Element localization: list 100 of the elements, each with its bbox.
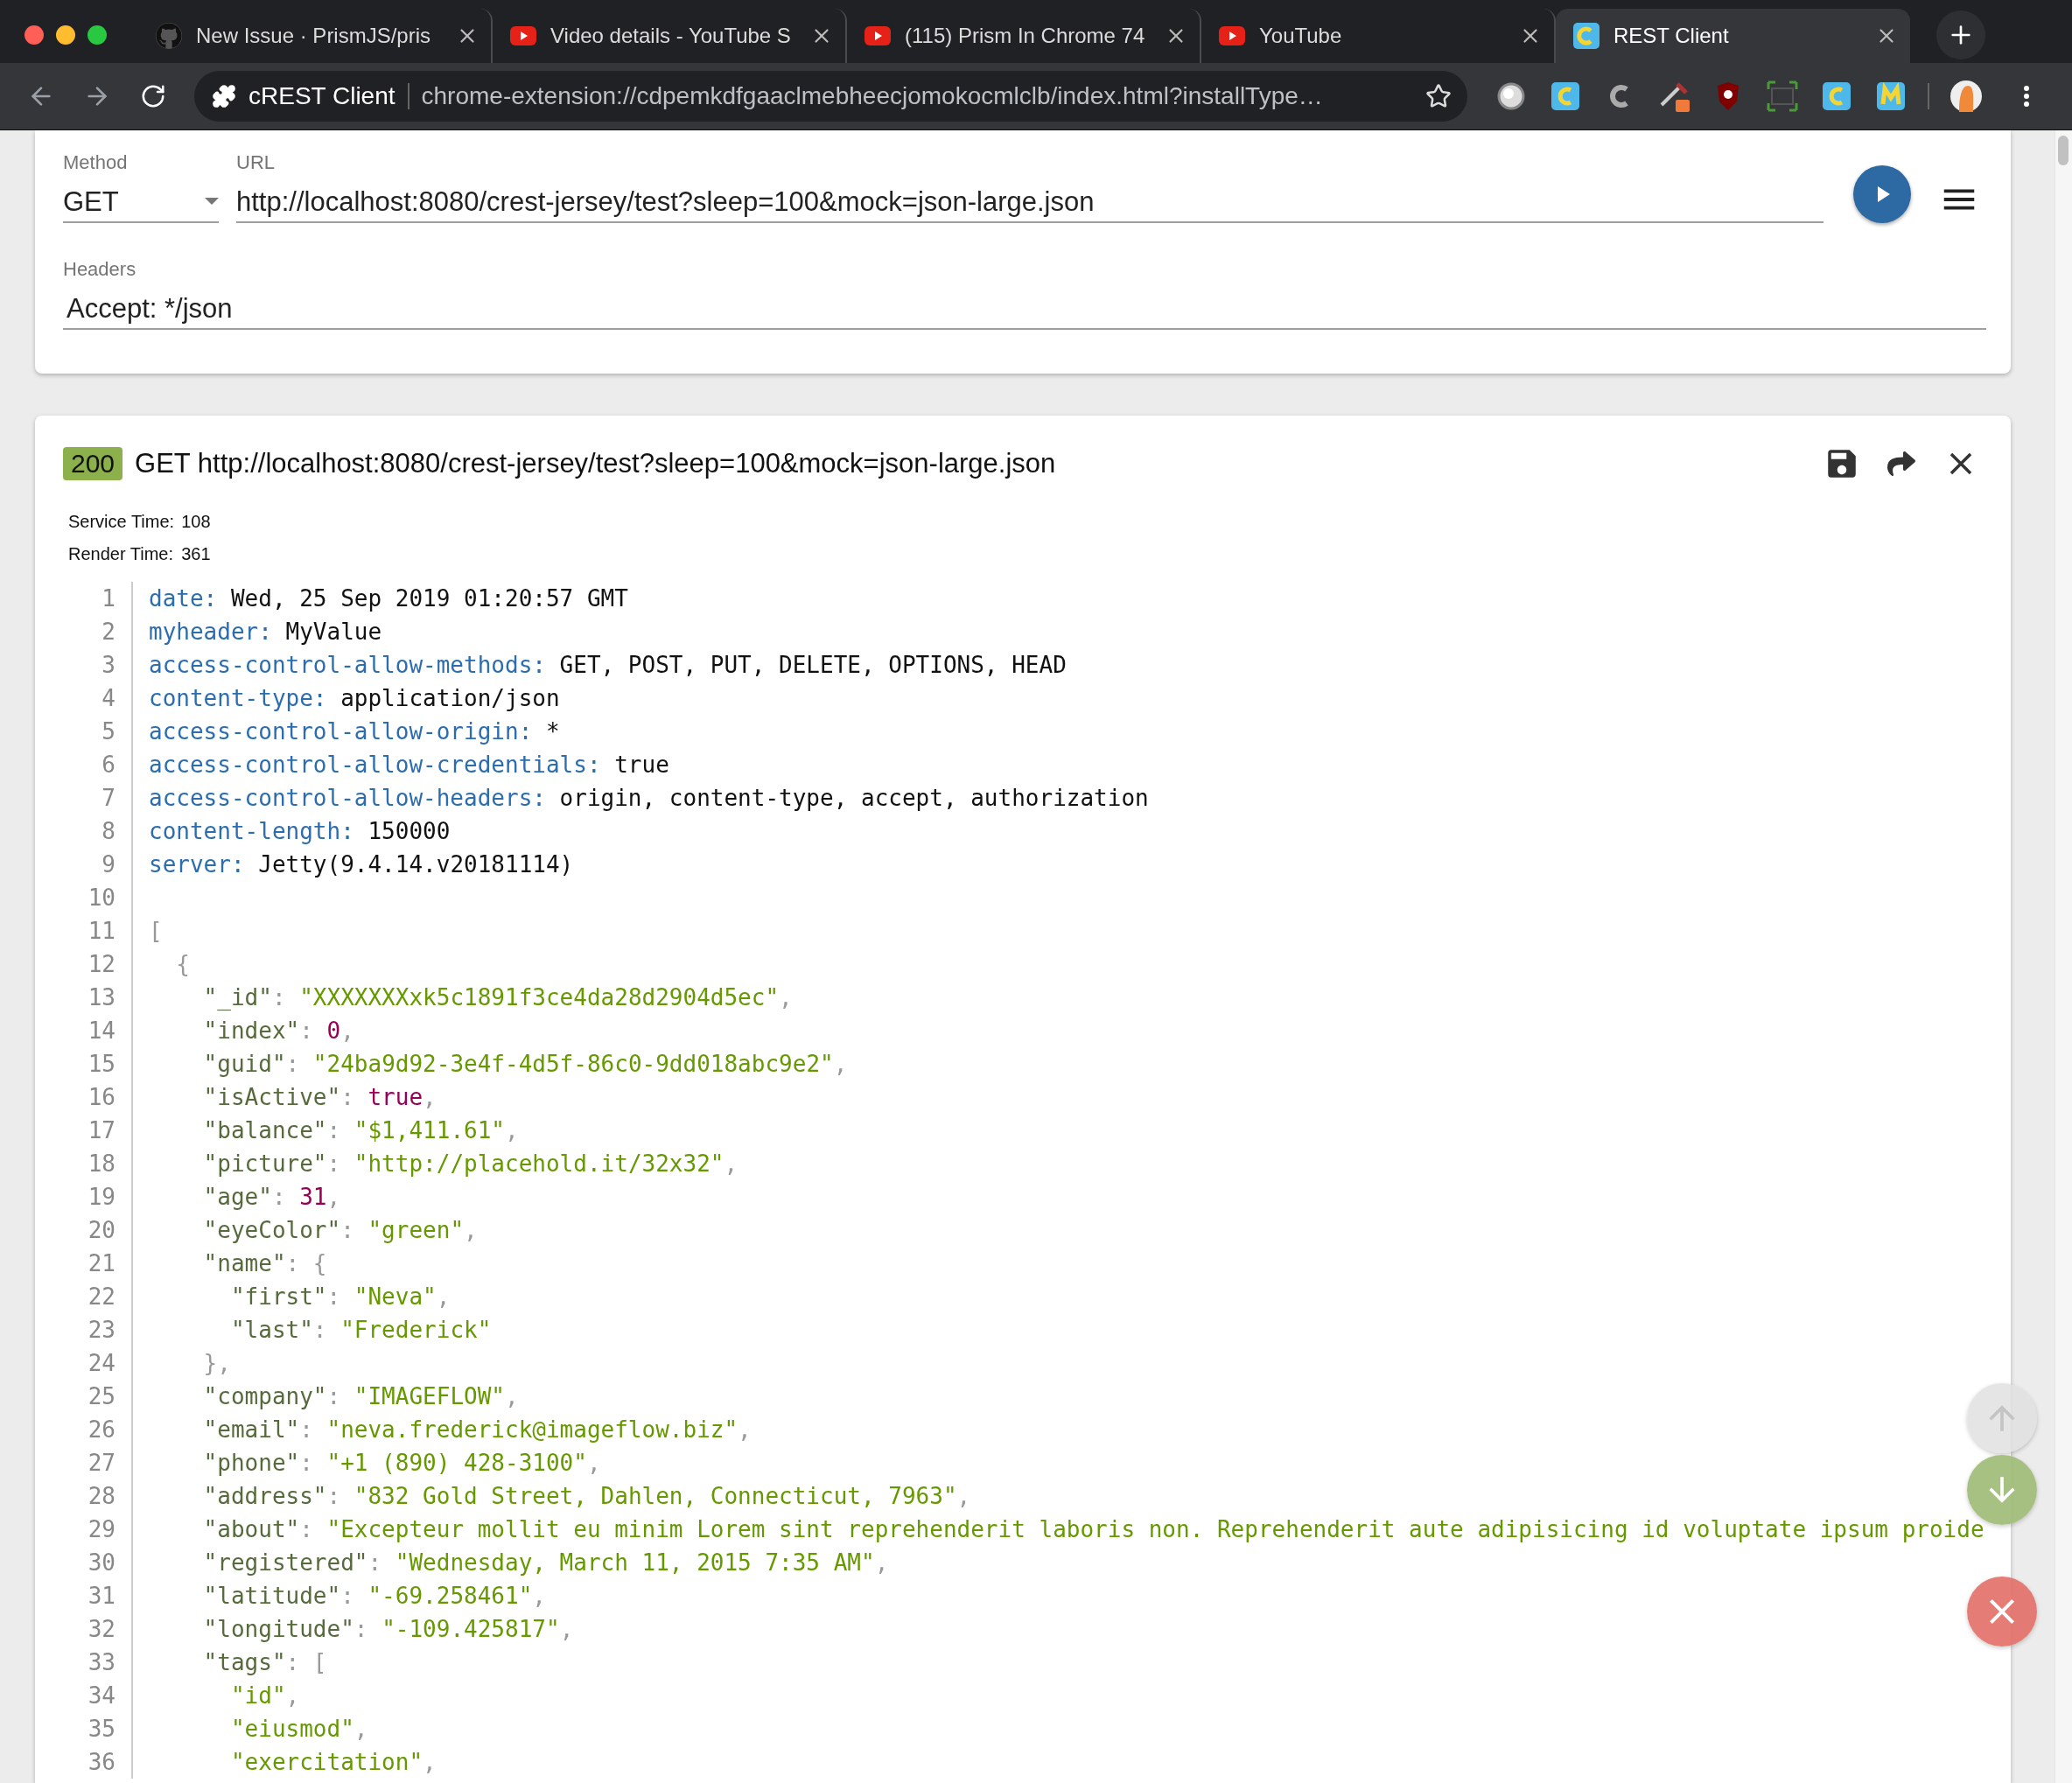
- line-number: 30: [63, 1546, 133, 1579]
- code-line: "exercitation",: [229, 1748, 438, 1777]
- code-line: "eiusmod",: [229, 1715, 369, 1744]
- line-number: 34: [63, 1679, 133, 1712]
- code-line: "address": "832 Gold Street, Dahlen, Connecticut, 7963",: [202, 1482, 972, 1511]
- maximize-window-button[interactable]: [88, 25, 107, 45]
- code-line: "latitude": "-69.258461",: [202, 1582, 547, 1611]
- line-number: 17: [63, 1114, 133, 1147]
- line-number: 7: [63, 781, 133, 815]
- line-number: 21: [63, 1247, 133, 1280]
- url-field[interactable]: http://localhost:8080/crest-jersey/test?sleep=100&mock=json-large.json: [236, 183, 1824, 223]
- line-number: 22: [63, 1280, 133, 1313]
- code-line: "_id": "XXXXXXXxk5c1891f3ce4da28d2904d5ec",: [202, 983, 794, 1012]
- line-number: 10: [63, 881, 133, 914]
- code-line: "name": {: [202, 1249, 328, 1278]
- close-window-button[interactable]: [24, 25, 44, 45]
- line-number: 18: [63, 1147, 133, 1180]
- line-number: 5: [63, 715, 133, 748]
- code-line: server: Jetty(9.4.14.v20181114): [148, 850, 575, 879]
- line-number: 23: [63, 1313, 133, 1346]
- star-icon[interactable]: [1425, 83, 1452, 109]
- line-number: 2: [63, 615, 133, 648]
- line-number: 11: [63, 914, 133, 947]
- puzzle-icon: [212, 84, 236, 108]
- send-button[interactable]: [1852, 165, 1911, 223]
- c-logo-icon: [1573, 23, 1600, 49]
- line-number: 4: [63, 682, 133, 715]
- line-number: 29: [63, 1513, 133, 1546]
- code-line: content-type: application/json: [148, 684, 561, 713]
- request-line: GET http://localhost:8080/crest-jersey/test?sleep=100&mock=json-large.json: [135, 448, 1057, 479]
- code-line: "id",: [229, 1682, 301, 1710]
- line-number: 15: [63, 1047, 133, 1080]
- code-line: "tags": [: [202, 1648, 328, 1677]
- line-number: 9: [63, 848, 133, 881]
- line-number: 6: [63, 748, 133, 781]
- address-bar[interactable]: cREST Client chrome-extension://cdpemkdfgaaclmebheecjomokocmlclb/index.html?installType…: [194, 71, 1467, 122]
- code-line: date: Wed, 25 Sep 2019 01:20:57 GMT: [148, 584, 629, 613]
- code-line: access-control-allow-methods: GET, POST, PUT, DELETE, OPTIONS, HEAD: [148, 651, 1068, 680]
- code-line: "company": "IMAGEFLOW",: [202, 1382, 520, 1411]
- code-line: "index": 0,: [202, 1017, 355, 1045]
- code-line: "isActive": true,: [202, 1083, 438, 1112]
- status-code: 200: [63, 447, 123, 480]
- line-number: 25: [63, 1380, 133, 1413]
- line-number: 35: [63, 1712, 133, 1745]
- line-number: 8: [63, 815, 133, 848]
- code-line: "eyeColor": "green",: [202, 1216, 479, 1245]
- screenshot-icon[interactable]: [1765, 79, 1800, 114]
- vertical-dots-icon: [2024, 86, 2029, 107]
- play-logo-icon: [864, 26, 891, 45]
- line-number: 31: [63, 1579, 133, 1612]
- clear-button[interactable]: [1967, 1577, 2037, 1647]
- field-label: Headers: [63, 258, 137, 281]
- line-number: 14: [63, 1014, 133, 1047]
- github-icon: [156, 23, 182, 49]
- avatar-icon[interactable]: [1949, 79, 1984, 114]
- line-number: 12: [63, 947, 133, 981]
- line-number: 33: [63, 1646, 133, 1679]
- code-line: "phone": "+1 (890) 428-3100",: [202, 1449, 602, 1478]
- line-number: 19: [63, 1180, 133, 1213]
- play-logo-icon: [1219, 26, 1245, 45]
- share-icon: [1886, 450, 1915, 478]
- minimize-window-button[interactable]: [56, 25, 75, 45]
- play-logo-icon: [510, 26, 536, 45]
- code-line: [: [148, 917, 164, 946]
- browser-tab[interactable]: REST Client: [1556, 9, 1910, 63]
- play-icon: [1877, 186, 1890, 202]
- code-line: content-length: 150000: [148, 817, 452, 846]
- line-number: 28: [63, 1479, 133, 1513]
- reload-icon: [140, 83, 166, 109]
- line-number: 3: [63, 648, 133, 682]
- line-number: 24: [63, 1346, 133, 1380]
- line-number: 26: [63, 1413, 133, 1446]
- code-line: "last": "Frederick": [229, 1316, 493, 1345]
- code-line: {: [175, 950, 191, 979]
- dropdown-caret-icon: [205, 198, 219, 206]
- line-number: 36: [63, 1745, 133, 1779]
- field-label: Method: [63, 151, 129, 174]
- code-line: "age": 31,: [202, 1183, 342, 1212]
- line-number: 32: [63, 1612, 133, 1646]
- timing-value: 108: [181, 512, 211, 532]
- timing-value: 361: [181, 544, 211, 564]
- code-line: },: [202, 1349, 232, 1378]
- line-number: 20: [63, 1213, 133, 1247]
- line-number: 1: [63, 582, 133, 615]
- method-select[interactable]: GET: [63, 183, 219, 223]
- timing-label: Render Time:: [68, 544, 175, 564]
- code-line: "about": "Excepteur mollit eu minim Lorem sint reprehenderit laboris non. Reprehenderit aute adipisicing id voluptate ipsum proide: [202, 1515, 1984, 1544]
- code-line: "registered": "Wednesday, March 11, 2015 7:35 AM",: [202, 1549, 890, 1577]
- code-line: myheader: MyValue: [148, 618, 383, 647]
- code-line: "balance": "$1,411.61",: [202, 1116, 520, 1145]
- line-number: 16: [63, 1080, 133, 1114]
- code-line: "email": "neva.frederick@imageflow.biz",: [202, 1416, 752, 1444]
- timing-label: Service Time:: [68, 512, 175, 532]
- line-number: 27: [63, 1446, 133, 1479]
- code-line: "first": "Neva",: [229, 1283, 452, 1311]
- code-line: "guid": "24ba9d92-3e4f-4d5f-86c0-9dd018abc9e2",: [202, 1050, 849, 1079]
- headers-field[interactable]: Accept: */json: [63, 290, 1986, 330]
- code-line: access-control-allow-credentials: true: [148, 751, 670, 780]
- code-line: "longitude": "-109.425817",: [202, 1615, 575, 1644]
- code-line: access-control-allow-origin: *: [148, 717, 561, 746]
